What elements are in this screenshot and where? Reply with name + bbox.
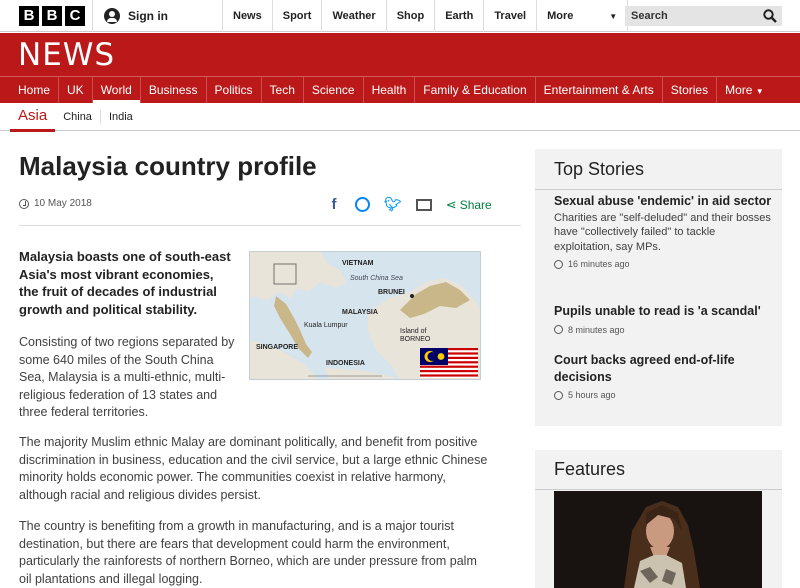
share-tools: f 🐦︎ ⋖ Share xyxy=(327,196,492,213)
global-nav-sport[interactable]: Sport xyxy=(271,0,322,32)
article-date-text: 10 May 2018 xyxy=(34,198,92,209)
section-nav-entertainment-arts[interactable]: Entertainment & Arts xyxy=(536,77,663,103)
article-meta: 10 May 2018 f 🐦︎ ⋖ Share xyxy=(19,196,521,226)
page-title: Malaysia country profile xyxy=(19,151,317,181)
top-story-time-text: 8 minutes ago xyxy=(568,324,625,335)
global-nav-shop[interactable]: Shop xyxy=(385,0,435,32)
messenger-icon[interactable] xyxy=(355,197,370,212)
top-stories-panel: Top Stories Sexual abuse 'endemic' in ai… xyxy=(535,149,782,426)
top-story-time: 5 hours ago xyxy=(554,390,774,400)
section-nav-business[interactable]: Business xyxy=(141,77,207,103)
map-graphic xyxy=(250,252,480,379)
sub-nav-china[interactable]: China xyxy=(55,110,100,124)
chevron-down-icon: ▼ xyxy=(755,87,764,96)
top-stories-heading: Top Stories xyxy=(554,159,645,179)
section-nav-more[interactable]: More ▼ xyxy=(717,77,772,103)
section-nav-science[interactable]: Science xyxy=(304,77,364,103)
divider xyxy=(535,189,782,190)
email-icon[interactable] xyxy=(415,198,432,211)
article-lead: Malaysia boasts one of south-east Asia's… xyxy=(19,249,231,317)
news-masthead: NEWS xyxy=(0,33,800,76)
user-icon xyxy=(104,8,120,24)
sign-in-label: Sign in xyxy=(128,9,168,23)
malaysia-map: VIETNAM South China Sea BRUNEI MALAYSIA … xyxy=(249,251,481,380)
section-nav-uk[interactable]: UK xyxy=(59,77,93,103)
logo-letter-b1: B xyxy=(19,6,39,26)
top-story-time-text: 5 hours ago xyxy=(568,390,616,400)
section-nav-world[interactable]: World xyxy=(92,77,141,103)
top-story-title[interactable]: Court backs agreed end-of-life decisions xyxy=(554,352,774,385)
logo-letter-c: C xyxy=(65,6,85,26)
section-nav-family-education[interactable]: Family & Education xyxy=(415,77,536,103)
top-story-summary: Charities are "self-deluded" and their b… xyxy=(554,211,771,253)
global-nav-more[interactable]: More ▼ xyxy=(536,0,629,32)
map-label-singapore: SINGAPORE xyxy=(256,344,299,351)
sub-nav-asia[interactable]: Asia xyxy=(10,103,56,132)
article-paragraph-2: The majority Muslim ethnic Malay are dom… xyxy=(19,435,488,502)
feature-photo xyxy=(554,491,762,588)
article-paragraph-1: Consisting of two regions separated by s… xyxy=(19,335,235,419)
search-placeholder: Search xyxy=(631,10,668,22)
sub-nav-india[interactable]: India xyxy=(99,109,141,124)
clock-icon xyxy=(554,259,563,269)
sign-in-link[interactable]: Sign in xyxy=(92,0,168,32)
global-nav-more-label: More xyxy=(547,10,574,22)
global-nav-news[interactable]: News xyxy=(222,0,272,32)
global-nav-weather[interactable]: Weather xyxy=(321,0,385,32)
map-label-borneo-2: BORNEO xyxy=(400,336,431,343)
section-nav-more-label: More xyxy=(725,83,753,97)
share-button[interactable]: ⋖ Share xyxy=(446,197,492,213)
section-nav-health[interactable]: Health xyxy=(364,77,416,103)
top-bar: B B C Sign in News Sport Weather Shop Ea… xyxy=(0,0,800,32)
features-panel: Features xyxy=(535,450,782,588)
top-story-3[interactable]: Court backs agreed end-of-life decisions… xyxy=(554,352,774,400)
share-icon: ⋖ xyxy=(445,196,457,212)
divider xyxy=(535,489,782,490)
section-nav-politics[interactable]: Politics xyxy=(207,77,262,103)
clock-icon xyxy=(554,390,563,400)
features-heading: Features xyxy=(554,459,626,479)
top-story-time-text: 16 minutes ago xyxy=(568,259,630,269)
logo-letter-b2: B xyxy=(42,6,62,26)
top-story-1[interactable]: Sexual abuse 'endemic' in aid sector Cha… xyxy=(554,193,774,269)
map-label-vietnam: VIETNAM xyxy=(342,260,374,267)
search-icon[interactable] xyxy=(763,9,777,23)
chevron-down-icon: ▼ xyxy=(609,11,618,21)
news-logo[interactable]: NEWS xyxy=(18,37,115,73)
global-nav-travel[interactable]: Travel xyxy=(483,0,536,32)
top-story-time: 16 minutes ago xyxy=(554,259,774,269)
clock-icon xyxy=(19,198,29,209)
map-label-south-china-sea: South China Sea xyxy=(350,275,403,282)
feature-image[interactable] xyxy=(554,491,762,588)
map-label-borneo-1: Island of xyxy=(400,328,427,335)
top-story-title[interactable]: Sexual abuse 'endemic' in aid sector xyxy=(554,193,774,210)
clock-icon xyxy=(554,325,563,334)
global-nav: News Sport Weather Shop Earth Travel Mor… xyxy=(222,0,629,32)
sub-nav: Asia China India xyxy=(0,103,800,132)
map-label-kuala-lumpur: Kuala Lumpur xyxy=(304,322,348,329)
map-label-malaysia: MALAYSIA xyxy=(342,309,378,316)
section-nav-home[interactable]: Home xyxy=(10,77,60,103)
section-nav-stories[interactable]: Stories xyxy=(663,77,718,103)
twitter-icon[interactable]: 🐦︎ xyxy=(384,196,402,213)
article-date: 10 May 2018 xyxy=(19,198,92,209)
global-nav-earth[interactable]: Earth xyxy=(434,0,483,32)
top-story-title[interactable]: Pupils unable to read is 'a scandal' xyxy=(554,303,774,320)
section-nav-tech[interactable]: Tech xyxy=(262,77,304,103)
map-label-indonesia: INDONESIA xyxy=(326,360,365,367)
section-nav: Home UK World Business Politics Tech Sci… xyxy=(0,76,800,103)
share-label: Share xyxy=(459,197,492,212)
bbc-logo[interactable]: B B C xyxy=(19,6,85,26)
search-input[interactable]: Search xyxy=(625,6,782,26)
map-label-brunei: BRUNEI xyxy=(378,289,405,296)
article-paragraph-3: The country is benefiting from a growth … xyxy=(19,519,477,586)
top-story-2[interactable]: Pupils unable to read is 'a scandal' 8 m… xyxy=(554,303,774,335)
facebook-icon[interactable]: f xyxy=(327,196,341,213)
top-story-time: 8 minutes ago xyxy=(554,325,774,335)
